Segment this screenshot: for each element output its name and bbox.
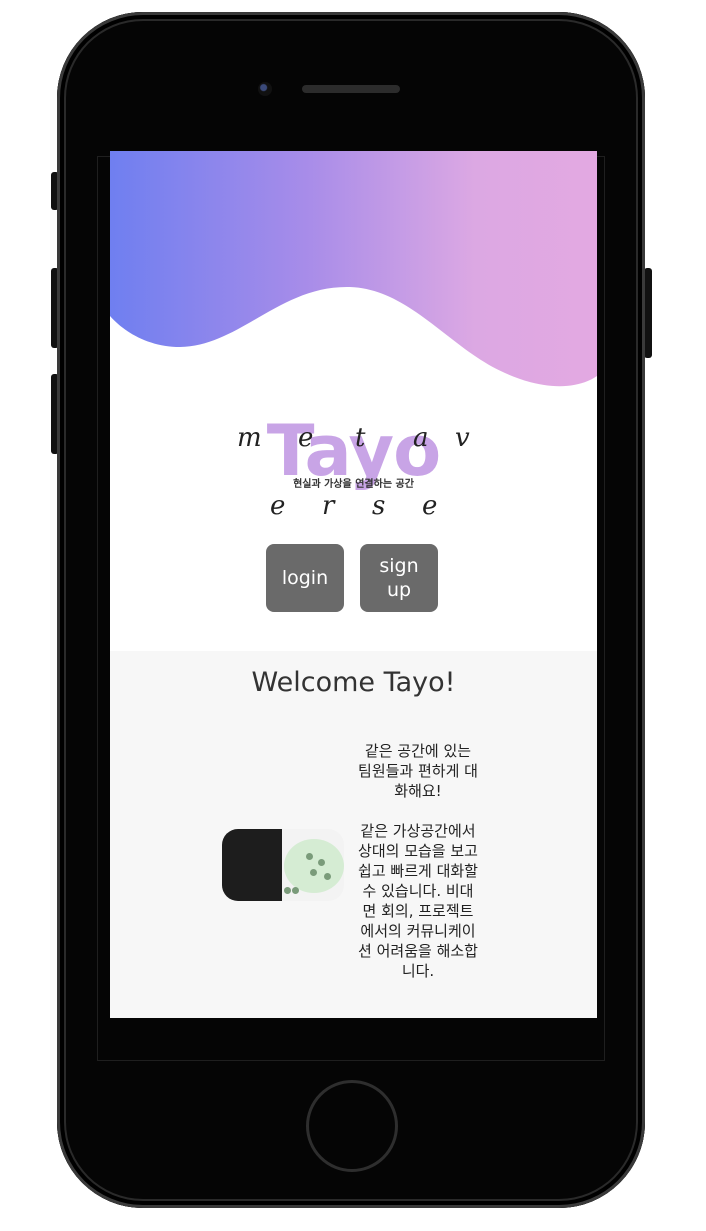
logo-script-letter: t xyxy=(355,423,366,453)
signup-button[interactable]: sign up xyxy=(360,544,438,612)
welcome-section: Welcome Tayo! 같은 공간에 있는 팀원들과 편하게 대화해요! 같… xyxy=(110,651,597,1018)
camera-icon xyxy=(258,82,272,96)
welcome-title: Welcome Tayo! xyxy=(251,667,456,698)
app-preview-image xyxy=(222,829,344,901)
speaker-grille xyxy=(302,85,400,93)
home-button xyxy=(306,1080,398,1172)
preview-avatar xyxy=(310,869,317,876)
feature-text-2: 같은 가상공간에서 상대의 모습을 보고 쉽고 빠르게 대화할 수 있습니다. … xyxy=(358,821,478,981)
logo-script-letter: m xyxy=(237,423,262,453)
preview-avatar xyxy=(292,887,299,894)
header-wave xyxy=(110,151,597,387)
preview-avatar xyxy=(318,859,325,866)
feature-text-1: 같은 공간에 있는 팀원들과 편하게 대화해요! xyxy=(358,742,478,800)
logo-script-letter: e xyxy=(298,423,314,453)
preview-avatar xyxy=(284,887,291,894)
preview-avatar xyxy=(324,873,331,880)
logo-script-letter: e xyxy=(270,491,286,521)
logo-script-letter: r xyxy=(322,491,335,521)
logo-subtitle: 현실과 가상을 연결하는 공간 xyxy=(293,479,414,490)
power-button xyxy=(644,268,652,358)
logo-script-letter: a xyxy=(413,423,429,453)
preview-sidebar xyxy=(222,829,282,901)
preview-room xyxy=(284,839,344,893)
app-screen: Tayo m e t a v 현실과 가상을 연결하는 공간 e r s e l… xyxy=(110,151,597,1018)
login-button[interactable]: login xyxy=(266,544,344,612)
logo-script-letter: e xyxy=(422,491,438,521)
logo: Tayo m e t a v 현실과 가상을 연결하는 공간 e r s e xyxy=(110,411,597,531)
preview-avatar xyxy=(306,853,313,860)
logo-script-letter: s xyxy=(372,491,386,521)
logo-script-letter: v xyxy=(455,423,470,453)
feature-text-2-content: 같은 가상공간에서 상대의 모습을 보고 쉽고 빠르게 대화할 수 있습니다. … xyxy=(358,822,478,980)
